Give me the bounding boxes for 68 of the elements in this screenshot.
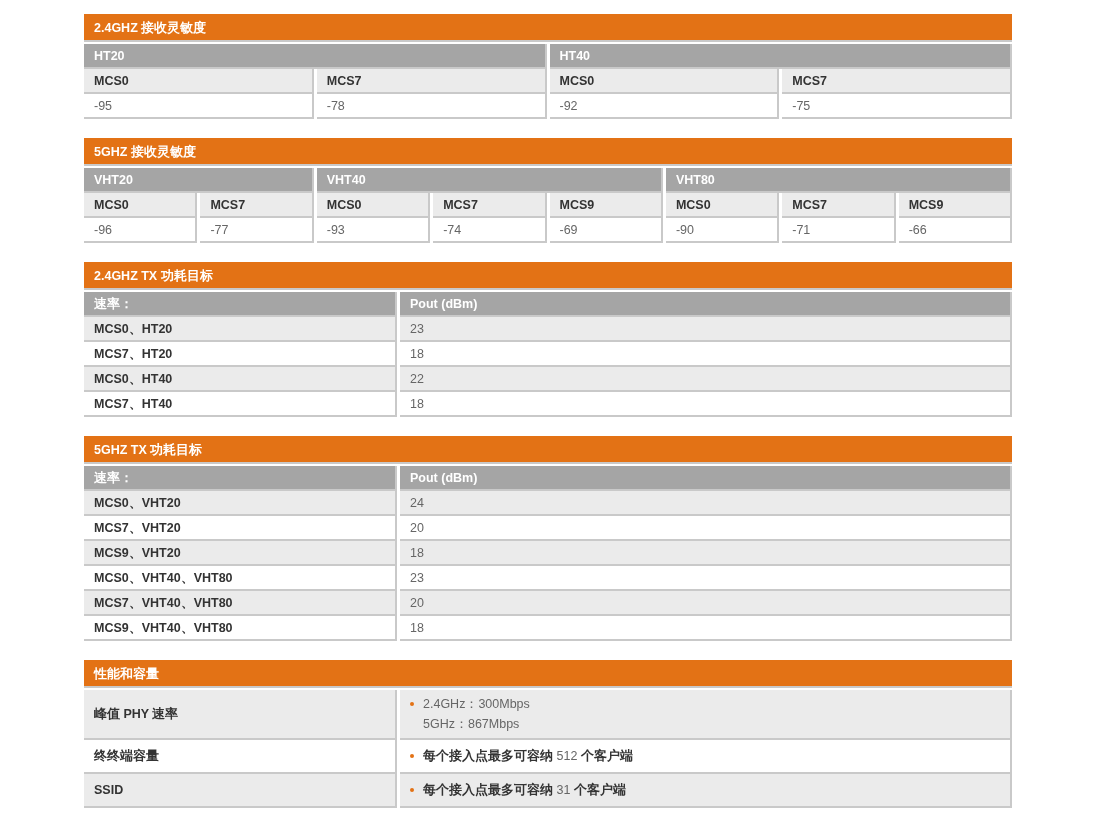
table-cell: 24 <box>400 491 1012 516</box>
column-header: MCS7 <box>433 193 547 218</box>
column-header: Pout (dBm) <box>400 466 1012 491</box>
group-header: VHT20 <box>84 168 314 193</box>
table-cell: -74 <box>433 218 547 243</box>
column-header: Pout (dBm) <box>400 292 1012 317</box>
row-label: MCS0、HT20 <box>84 317 397 342</box>
row-label: MCS7、VHT40、VHT80 <box>84 591 397 616</box>
table-cell: -90 <box>665 218 780 243</box>
column-header: MCS0 <box>316 193 431 218</box>
section-title: 5GHZ TX 功耗目标 <box>84 436 1012 464</box>
group-header: VHT80 <box>665 168 1012 193</box>
cell-text: 每个接入点最多可容纳 31 个客户端 <box>423 781 626 799</box>
group-header: VHT40 <box>316 168 663 193</box>
table-cell: 18 <box>400 616 1012 641</box>
column-header: MCS7 <box>316 69 547 94</box>
column-header: MCS9 <box>898 193 1012 218</box>
table-cell: 23 <box>400 317 1012 342</box>
table-cell: -75 <box>782 94 1012 119</box>
row-label: MCS7、VHT20 <box>84 516 397 541</box>
table-cell: -96 <box>84 218 198 243</box>
row-label: 峰值 PHY 速率 <box>84 690 397 740</box>
row-label: MCS0、VHT40、VHT80 <box>84 566 397 591</box>
column-header: MCS7 <box>200 193 314 218</box>
column-header: MCS0 <box>84 193 198 218</box>
bullet-icon <box>410 788 414 792</box>
table-cell: -92 <box>549 94 780 119</box>
row-label: MCS9、VHT20 <box>84 541 397 566</box>
group-header: HT40 <box>549 44 1012 69</box>
table-cell: -78 <box>316 94 547 119</box>
table-cell: 23 <box>400 566 1012 591</box>
row-label: MCS0、HT40 <box>84 367 397 392</box>
table-cell: -71 <box>782 218 896 243</box>
column-header: 速率： <box>84 292 397 317</box>
column-header: MCS9 <box>549 193 663 218</box>
cell-text: 2.4GHz：300Mbps <box>423 696 530 713</box>
table-cell: 22 <box>400 367 1012 392</box>
section-title: 2.4GHZ TX 功耗目标 <box>84 262 1012 290</box>
bullet-icon <box>410 702 414 706</box>
section-title: 性能和容量 <box>84 660 1012 688</box>
row-label: SSID <box>84 774 397 808</box>
table-cell: -77 <box>200 218 314 243</box>
column-header: MCS0 <box>549 69 780 94</box>
table-cell: -66 <box>898 218 1012 243</box>
section-title: 2.4GHZ 接收灵敏度 <box>84 14 1012 42</box>
table-cell: 20 <box>400 516 1012 541</box>
table-cell: 18 <box>400 342 1012 367</box>
row-label: 终终端容量 <box>84 740 397 774</box>
cell-text: 5GHz：867Mbps <box>423 716 521 733</box>
column-header: 速率： <box>84 466 397 491</box>
column-header: MCS0 <box>665 193 780 218</box>
table-cell: -69 <box>549 218 663 243</box>
table-cell: 20 <box>400 591 1012 616</box>
row-label: MCS0、VHT20 <box>84 491 397 516</box>
section-title: 5GHZ 接收灵敏度 <box>84 138 1012 166</box>
row-label: MCS7、HT40 <box>84 392 397 417</box>
table-cell: 18 <box>400 392 1012 417</box>
column-header: MCS7 <box>782 193 896 218</box>
table-cell: -95 <box>84 94 314 119</box>
bullet-icon <box>410 754 414 758</box>
cell-text: 每个接入点最多可容纳 512 个客户端 <box>423 747 633 765</box>
row-label: MCS9、VHT40、VHT80 <box>84 616 397 641</box>
column-header: MCS0 <box>84 69 314 94</box>
table-cell: 18 <box>400 541 1012 566</box>
table-cell: -93 <box>316 218 431 243</box>
column-header: MCS7 <box>782 69 1012 94</box>
group-header: HT20 <box>84 44 547 69</box>
row-label: MCS7、HT20 <box>84 342 397 367</box>
